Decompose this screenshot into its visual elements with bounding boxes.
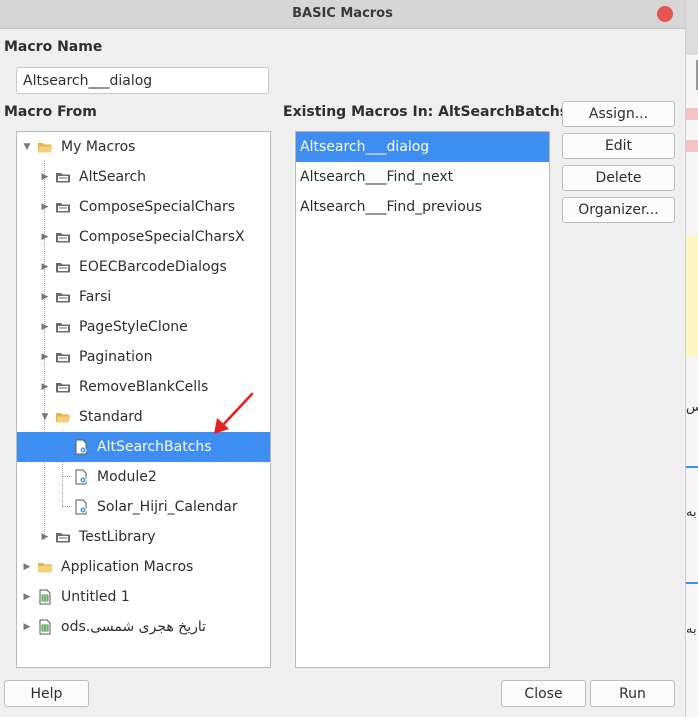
tree-item-label: Standard — [79, 409, 143, 425]
background-text: به — [686, 505, 697, 520]
window-close-button[interactable] — [657, 6, 673, 22]
organizer-button[interactable]: Organizer... — [562, 197, 675, 223]
tree-item-label: Module2 — [97, 469, 157, 485]
tree-item-eoecbarcodedialogs[interactable]: ▶ EOECBarcodeDialogs — [17, 252, 270, 282]
module-icon — [75, 469, 87, 485]
library-icon — [56, 173, 70, 183]
tree-item-label: Untitled 1 — [61, 589, 130, 605]
expand-right-icon[interactable]: ▶ — [39, 222, 51, 252]
annotation-arrow-icon — [214, 392, 254, 434]
tree-item-label: EOECBarcodeDialogs — [79, 259, 227, 275]
help-button[interactable]: Help — [4, 680, 89, 707]
window-title: BASIC Macros — [292, 6, 393, 21]
tree-item-module2[interactable]: Module2 — [17, 462, 270, 492]
expand-right-icon[interactable]: ▶ — [39, 522, 51, 552]
expand-down-icon[interactable]: ▼ — [39, 402, 51, 432]
tree-item-altsearch[interactable]: ▶ AltSearch — [17, 162, 270, 192]
module-icon — [75, 499, 87, 515]
title-bar[interactable]: BASIC Macros — [0, 0, 685, 29]
expand-down-icon[interactable]: ▼ — [21, 132, 33, 162]
tree-item-farsi[interactable]: ▶ Farsi — [17, 282, 270, 312]
tree-item-label: ComposeSpecialChars — [79, 199, 236, 215]
tree-item-label: TestLibrary — [79, 529, 156, 545]
expand-right-icon[interactable]: ▶ — [21, 582, 33, 612]
background-line — [686, 582, 698, 584]
expand-right-icon[interactable]: ▶ — [39, 342, 51, 372]
tree-item-label: Farsi — [79, 289, 112, 305]
expand-right-icon[interactable]: ▶ — [39, 282, 51, 312]
background-text: س — [686, 400, 698, 415]
expand-right-icon[interactable]: ▶ — [21, 612, 33, 642]
macro-from-label: Macro From — [4, 104, 97, 120]
expand-right-icon[interactable]: ▶ — [21, 552, 33, 582]
folder-icon — [38, 563, 52, 573]
tree-item-label: Application Macros — [61, 559, 194, 575]
tree-item-label: تاریخ هجری شمسی.ods — [61, 619, 207, 635]
library-icon — [56, 533, 70, 543]
macro-name-label: Macro Name — [4, 39, 103, 55]
background-line — [686, 466, 698, 468]
tree-item-pagination[interactable]: ▶ Pagination — [17, 342, 270, 372]
expand-right-icon[interactable]: ▶ — [39, 162, 51, 192]
background-highlight — [686, 236, 698, 356]
folder-open-icon — [38, 143, 53, 153]
delete-button[interactable]: Delete — [562, 165, 675, 191]
background-toolbar — [686, 0, 698, 55]
library-icon — [56, 383, 70, 393]
expand-right-icon[interactable]: ▶ — [39, 252, 51, 282]
tree-item-untitled-1[interactable]: ▶ Untitled 1 — [17, 582, 270, 612]
spreadsheet-icon — [39, 619, 51, 635]
tree-item-solar-hijri-calendar[interactable]: Solar_Hijri_Calendar — [17, 492, 270, 522]
tree-item-label: AltSearchBatchs — [97, 439, 212, 455]
library-icon — [56, 323, 70, 333]
tree-item-my-macros[interactable]: ▼ My Macros — [17, 132, 270, 162]
tree-item-label: My Macros — [61, 139, 136, 155]
expand-right-icon[interactable]: ▶ — [39, 192, 51, 222]
edit-button[interactable]: Edit — [562, 133, 675, 159]
background-text: به — [686, 622, 697, 637]
tree-item-label: RemoveBlankCells — [79, 379, 209, 395]
tree-item-hijri-ods[interactable]: ▶ تاریخ هجری شمسی.ods — [17, 612, 270, 642]
library-icon — [56, 203, 70, 213]
macro-list-item[interactable]: Altsearch___Find_next — [296, 162, 549, 192]
existing-macros-label: Existing Macros In: AltSearchBatchs — [283, 104, 569, 120]
library-icon — [56, 233, 70, 243]
macro-list-item[interactable]: Altsearch___dialog — [296, 132, 549, 162]
expand-right-icon[interactable]: ▶ — [39, 312, 51, 342]
tree-item-application-macros[interactable]: ▶ Application Macros — [17, 552, 270, 582]
close-button[interactable]: Close — [501, 680, 586, 707]
library-icon — [56, 263, 70, 273]
tree-item-pagestyleclone[interactable]: ▶ PageStyleClone — [17, 312, 270, 342]
module-icon — [75, 439, 87, 455]
macro-list-item[interactable]: Altsearch___Find_previous — [296, 192, 549, 222]
assign-button[interactable]: Assign... — [562, 101, 675, 127]
tree-item-composespecialchars[interactable]: ▶ ComposeSpecialChars — [17, 192, 270, 222]
tree-item-label: AltSearch — [79, 169, 147, 185]
tree-item-label: Pagination — [79, 349, 153, 365]
background-toolbar-icon — [686, 140, 698, 152]
tree-item-label: ComposeSpecialCharsX — [79, 229, 245, 245]
expand-right-icon[interactable]: ▶ — [39, 372, 51, 402]
existing-macros-list[interactable]: Altsearch___dialog Altsearch___Find_next… — [295, 131, 550, 668]
folder-open-icon — [56, 413, 71, 423]
tree-item-label: Solar_Hijri_Calendar — [97, 499, 238, 515]
run-button[interactable]: Run — [590, 680, 675, 707]
spreadsheet-icon — [39, 589, 51, 605]
tree-item-testlibrary[interactable]: ▶ TestLibrary — [17, 522, 270, 552]
background-window-strip: س به به — [685, 0, 698, 717]
library-icon — [56, 353, 70, 363]
macro-name-input[interactable] — [16, 67, 269, 94]
library-icon — [56, 293, 70, 303]
tree-item-composespecialcharsx[interactable]: ▶ ComposeSpecialCharsX — [17, 222, 270, 252]
background-toolbar-icon — [686, 108, 698, 120]
tree-item-label: PageStyleClone — [79, 319, 188, 335]
